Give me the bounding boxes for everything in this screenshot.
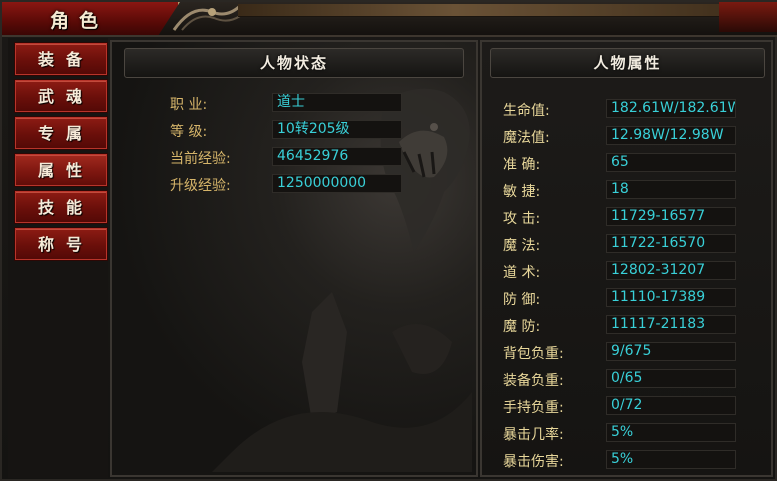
top-decoration [238, 4, 777, 17]
rock-art [212, 292, 472, 472]
attributes-header: 人物属性 [490, 48, 765, 78]
label-hand-weight: 手持负重: [503, 400, 564, 416]
label-profession: 职 业: [170, 97, 208, 113]
label-crit-rate: 暴击几率: [503, 427, 564, 443]
value-taoism: 12802-31207 [606, 261, 736, 280]
label-level: 等 级: [170, 124, 208, 140]
title-bar: 角色 [2, 2, 777, 37]
value-crit-damage: 5% [606, 450, 736, 469]
window-title: 角色 [50, 10, 109, 32]
value-crit-rate: 5% [606, 423, 736, 442]
sidebar-item-wuhun[interactable]: 武魂 [14, 79, 108, 113]
value-magic-defense: 11117-21183 [606, 315, 736, 334]
value-hp: 182.61W/182.61W [606, 99, 736, 118]
ornament-icon [172, 4, 242, 31]
value-mp: 12.98W/12.98W [606, 126, 736, 145]
status-header: 人物状态 [124, 48, 464, 78]
sidebar-item-titles[interactable]: 称号 [14, 227, 108, 261]
label-crit-damage: 暴击伤害: [503, 454, 564, 470]
label-hp: 生命值: [503, 103, 550, 119]
corner-decoration [719, 2, 777, 32]
status-panel: 人物状态 职 业: 道士 等 级: 10转205级 当前经验: 46452976… [110, 40, 478, 477]
value-magic: 11722-16570 [606, 234, 736, 253]
label-equip-weight: 装备负重: [503, 373, 564, 389]
value-hand-weight: 0/72 [606, 396, 736, 415]
label-magic-defense: 魔 防: [503, 319, 541, 335]
label-bag-weight: 背包负重: [503, 346, 564, 362]
label-levelup-exp: 升级经验: [170, 178, 231, 194]
label-agility: 敏 捷: [503, 184, 541, 200]
value-agility: 18 [606, 180, 736, 199]
character-window: 角色 装备 武魂 专属 属性 技能 称号 人物状态 职 业: 道士 等 级: 1… [0, 0, 777, 481]
label-mp: 魔法值: [503, 130, 550, 146]
sidebar-item-equipment[interactable]: 装备 [14, 42, 108, 76]
sidebar-item-exclusive[interactable]: 专属 [14, 116, 108, 150]
value-profession: 道士 [272, 93, 402, 112]
value-bag-weight: 9/675 [606, 342, 736, 361]
sidebar-item-attributes[interactable]: 属性 [14, 153, 108, 187]
value-attack: 11729-16577 [606, 207, 736, 226]
label-defense: 防 御: [503, 292, 541, 308]
value-level: 10转205级 [272, 120, 402, 139]
value-defense: 11110-17389 [606, 288, 736, 307]
value-equip-weight: 0/65 [606, 369, 736, 388]
label-taoism: 道 术: [503, 265, 541, 281]
value-accuracy: 65 [606, 153, 736, 172]
label-current-exp: 当前经验: [170, 151, 231, 167]
value-current-exp: 46452976 [272, 147, 402, 166]
label-attack: 攻 击: [503, 211, 541, 227]
label-magic: 魔 法: [503, 238, 541, 254]
value-levelup-exp: 1250000000 [272, 174, 402, 193]
sidebar: 装备 武魂 专属 属性 技能 称号 [8, 38, 108, 478]
sidebar-item-skills[interactable]: 技能 [14, 190, 108, 224]
attributes-panel: 人物属性 生命值: 182.61W/182.61W 魔法值: 12.98W/12… [480, 40, 773, 477]
label-accuracy: 准 确: [503, 157, 541, 173]
